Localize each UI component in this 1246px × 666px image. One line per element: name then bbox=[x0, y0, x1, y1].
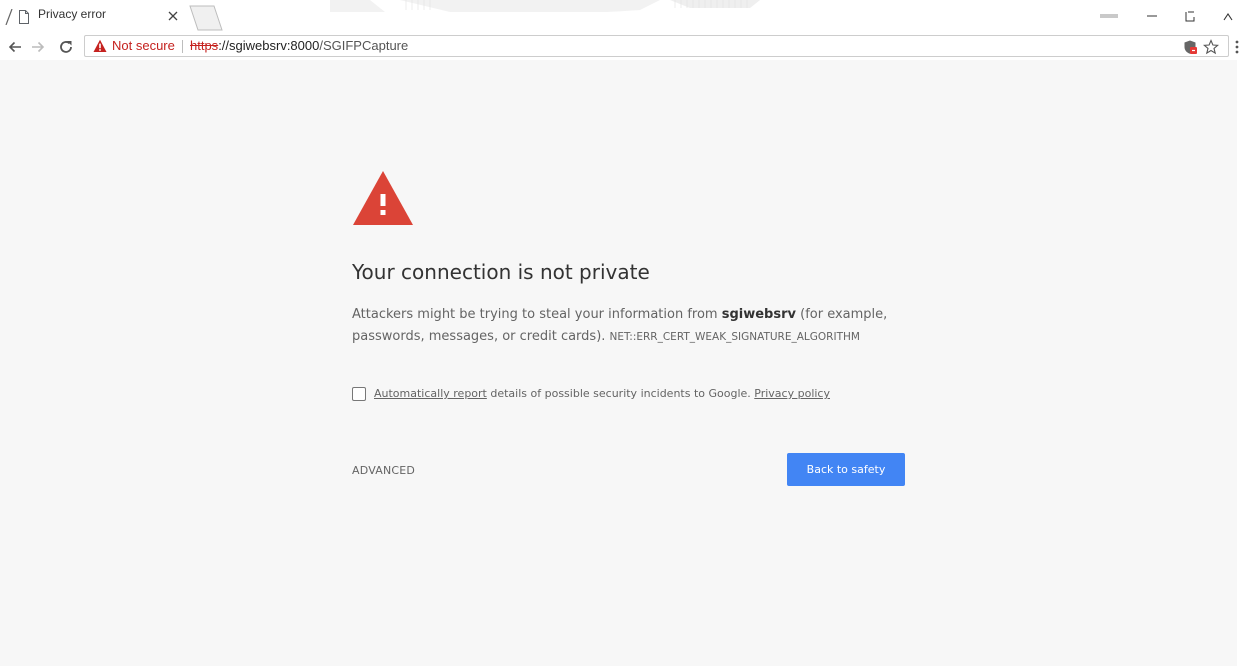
explanation-paragraph: Attackers might be trying to steal your … bbox=[352, 304, 912, 348]
minimize-icon[interactable] bbox=[1094, 6, 1124, 26]
error-code: NET::ERR_CERT_WEAK_SIGNATURE_ALGORITHM bbox=[609, 331, 860, 343]
report-description: details of possible security incidents t… bbox=[486, 387, 755, 400]
site-host: sgiwebsrv bbox=[721, 307, 796, 322]
page-icon bbox=[19, 10, 29, 24]
scrollbar[interactable] bbox=[1237, 60, 1246, 666]
warning-triangle-icon[interactable] bbox=[93, 39, 107, 53]
star-icon[interactable] bbox=[1203, 39, 1219, 55]
url-text[interactable]: https://sgiwebsrv:8000/SGIFPCapture bbox=[190, 38, 408, 53]
reload-icon[interactable] bbox=[57, 38, 75, 56]
arrow-left-icon[interactable] bbox=[6, 38, 24, 56]
back-to-safety-button[interactable]: Back to safety bbox=[787, 453, 905, 486]
address-separator bbox=[182, 40, 183, 53]
minimize-icon[interactable] bbox=[1140, 6, 1164, 26]
tab-edge-icon bbox=[5, 9, 13, 25]
browser-toolbar: Not secure https://sgiwebsrv:8000/SGIFPC… bbox=[0, 34, 1246, 60]
url-path: /SGIFPCapture bbox=[319, 38, 409, 53]
report-checkbox[interactable] bbox=[352, 387, 366, 401]
explanation-prefix: Attackers might be trying to steal your … bbox=[352, 307, 722, 322]
automatically-report-link[interactable]: Automatically report bbox=[374, 387, 487, 400]
tab-privacy-error[interactable]: Privacy error bbox=[0, 0, 190, 32]
url-scheme: https bbox=[190, 38, 219, 53]
url-host: ://sgiwebsrv:8000 bbox=[218, 38, 320, 53]
restore-icon[interactable] bbox=[1178, 6, 1202, 26]
tab-close-icon[interactable] bbox=[167, 10, 179, 22]
warning-triangle-icon bbox=[353, 171, 413, 225]
tab-title: Privacy error bbox=[38, 7, 107, 21]
shield-extension-icon[interactable] bbox=[1182, 39, 1198, 55]
report-text: Automatically report details of possible… bbox=[374, 387, 830, 400]
kebab-menu-icon[interactable] bbox=[1232, 39, 1242, 55]
interstitial-page: Your connection is not private Attackers… bbox=[0, 60, 1246, 666]
page-title: Your connection is not private bbox=[352, 260, 650, 284]
not-secure-label[interactable]: Not secure bbox=[112, 38, 175, 53]
address-bar[interactable]: Not secure https://sgiwebsrv:8000/SGIFPC… bbox=[84, 35, 1229, 57]
advanced-button[interactable]: ADVANCED bbox=[352, 464, 415, 477]
arrow-right-icon[interactable] bbox=[29, 38, 47, 56]
tab-strip-decoration bbox=[330, 0, 760, 12]
tab-strip: Privacy error bbox=[0, 0, 1246, 34]
new-tab-button[interactable] bbox=[186, 4, 226, 32]
privacy-policy-link[interactable]: Privacy policy bbox=[754, 387, 830, 400]
window-close-icon[interactable] bbox=[1216, 6, 1240, 26]
